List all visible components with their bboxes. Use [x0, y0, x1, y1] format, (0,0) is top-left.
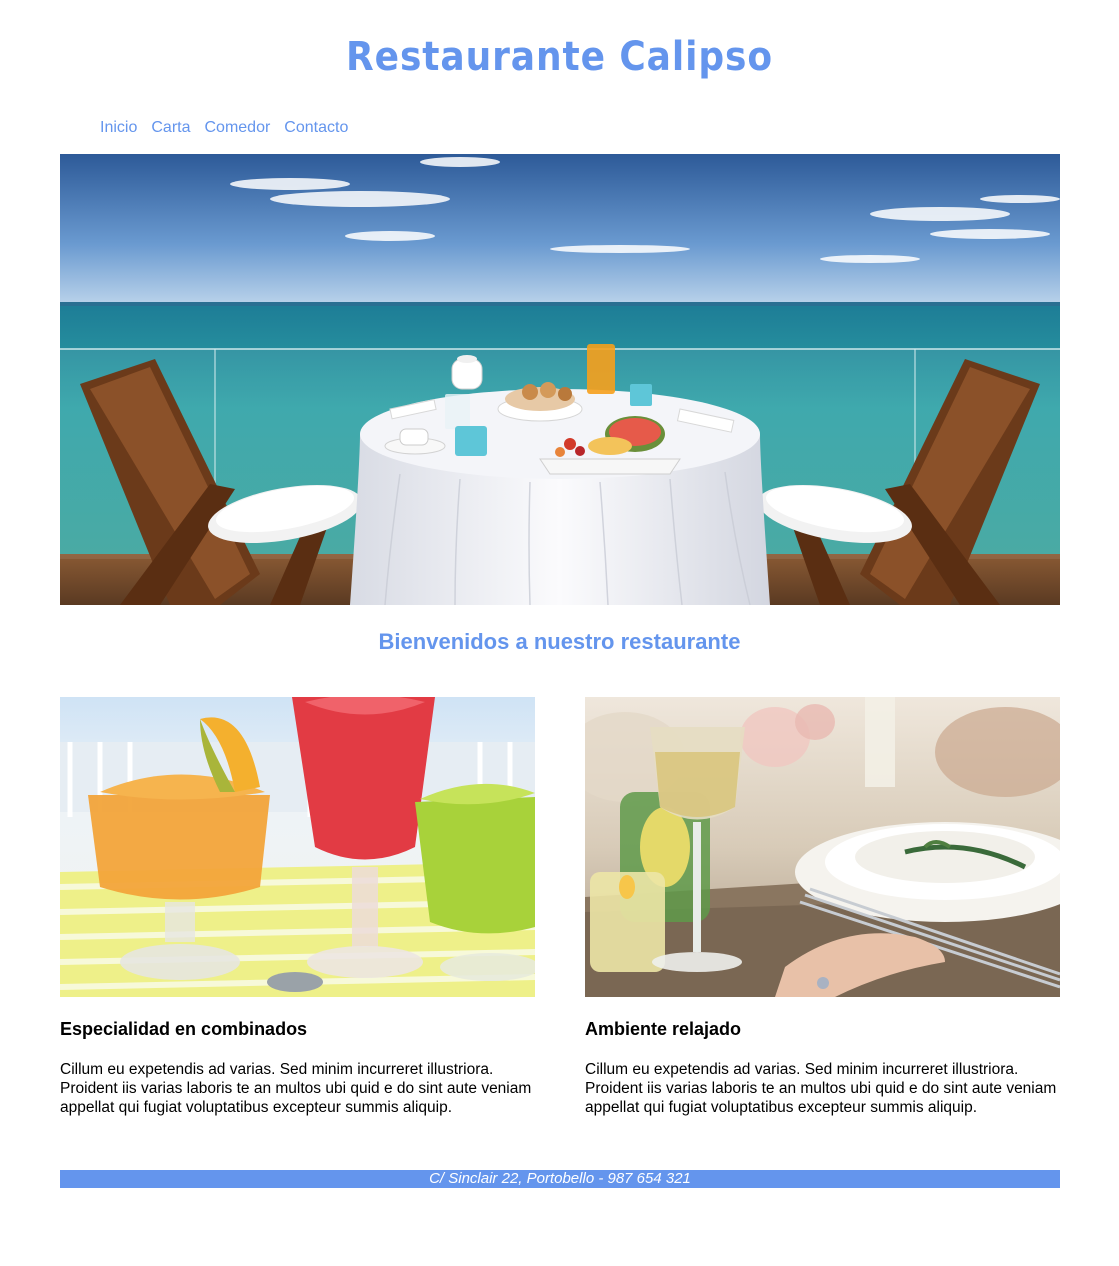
- hero-image: [60, 154, 1060, 605]
- feature-card-ambiente: Ambiente relajado Cillum eu expetendis a…: [585, 697, 1060, 1117]
- feature-card-combinados: Especialidad en combinados Cillum eu exp…: [60, 697, 535, 1117]
- welcome-heading: Bienvenidos a nuestro restaurante: [378, 629, 741, 654]
- nav-link-inicio[interactable]: Inicio: [100, 119, 137, 137]
- nav-link-carta[interactable]: Carta: [151, 119, 190, 137]
- card-title: Especialidad en combinados: [60, 1019, 308, 1039]
- nav-link-contacto[interactable]: Contacto: [284, 119, 348, 137]
- slush-drinks-image: [60, 697, 535, 997]
- card-text: Cillum eu expetendis ad varias. Sed mini…: [60, 1061, 532, 1116]
- card-title: Ambiente relajado: [585, 1019, 742, 1039]
- card-text: Cillum eu expetendis ad varias. Sed mini…: [585, 1061, 1057, 1116]
- main-nav: Inicio Carta Comedor Contacto: [100, 119, 348, 137]
- table-setting-image: [585, 697, 1060, 997]
- footer-address: C/ Sinclair 22, Portobello - 987 654 321: [60, 1170, 1060, 1188]
- nav-link-comedor[interactable]: Comedor: [204, 119, 270, 137]
- site-title: Restaurante Calipso: [346, 34, 773, 80]
